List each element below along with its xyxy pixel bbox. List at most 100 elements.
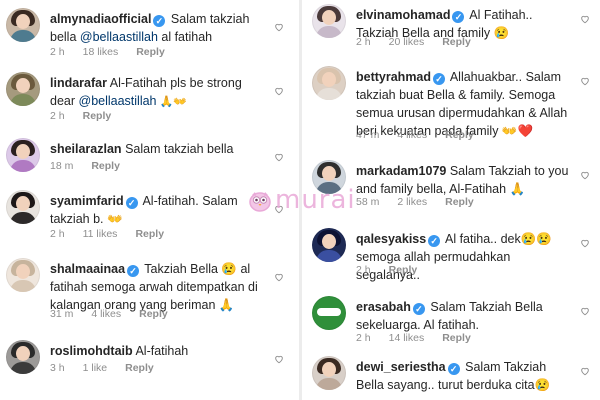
avatar[interactable]	[312, 66, 346, 100]
likes-count[interactable]: 14 likes	[389, 332, 425, 344]
username[interactable]: bettyrahmad	[356, 70, 431, 84]
comments-column-right: elvinamohamad ✓ Al Fatihah.. Takziah Bell…	[308, 0, 594, 400]
username[interactable]: dewi_seriestha	[356, 360, 446, 374]
username[interactable]: markadam1079	[356, 164, 446, 178]
verified-badge-icon: ✓	[452, 11, 465, 23]
verified-badge-icon: ✓	[433, 73, 446, 85]
username[interactable]: elvinamohamad	[356, 8, 450, 22]
reply-button[interactable]: Reply	[445, 196, 474, 208]
likes-count[interactable]: 18 likes	[83, 46, 119, 58]
column-divider	[299, 0, 302, 400]
comment-meta: 58 m 2 likes Reply	[356, 196, 492, 208]
reply-button[interactable]: Reply	[125, 362, 154, 374]
comment-text: almynadiaofficial ✓ Salam takziah bella @…	[50, 10, 264, 46]
username[interactable]: syamimfarid	[50, 194, 124, 208]
like-heart-icon[interactable]	[274, 204, 284, 214]
timestamp: 31 m	[50, 308, 74, 320]
avatar[interactable]	[6, 8, 40, 42]
like-heart-icon[interactable]	[580, 238, 590, 248]
comment-meta: 18 m Reply	[50, 160, 138, 172]
username[interactable]: almynadiaofficial	[50, 12, 151, 26]
reply-button[interactable]: Reply	[389, 264, 418, 276]
comment-text: syamimfarid ✓ Al-fatihah. Salam takziah b…	[50, 192, 264, 228]
like-heart-icon[interactable]	[580, 366, 590, 376]
timestamp: 3 h	[50, 362, 65, 374]
like-heart-icon[interactable]	[274, 272, 284, 282]
avatar[interactable]	[6, 340, 40, 374]
reply-button[interactable]: Reply	[135, 228, 164, 240]
verified-badge-icon: ✓	[447, 363, 460, 375]
likes-count[interactable]: 4 likes	[91, 308, 121, 320]
timestamp: 2 h	[50, 46, 65, 58]
avatar[interactable]	[312, 356, 346, 390]
comment-meta: 3 h 1 like Reply	[50, 362, 172, 374]
comment-text: markadam1079 Salam Takziah to you and fa…	[356, 162, 570, 198]
reply-button[interactable]: Reply	[445, 129, 474, 141]
like-heart-icon[interactable]	[274, 86, 284, 96]
like-heart-icon[interactable]	[274, 22, 284, 32]
likes-count[interactable]: 20 likes	[389, 36, 425, 48]
like-heart-icon[interactable]	[580, 170, 590, 180]
avatar[interactable]	[312, 228, 346, 262]
comment-meta: 31 m 4 likes Reply	[50, 308, 186, 320]
avatar[interactable]	[6, 258, 40, 292]
timestamp: 2 h	[356, 264, 371, 276]
verified-badge-icon: ✓	[127, 265, 140, 277]
reply-button[interactable]: Reply	[442, 36, 471, 48]
timestamp: 18 m	[50, 160, 74, 172]
like-heart-icon[interactable]	[274, 152, 284, 162]
timestamp: 47 m	[356, 129, 380, 141]
avatar[interactable]	[312, 296, 346, 330]
likes-count[interactable]: 1 like	[83, 362, 108, 374]
avatar[interactable]	[312, 160, 346, 194]
verified-badge-icon: ✓	[428, 235, 441, 247]
username[interactable]: erasabah	[356, 300, 411, 314]
comment-text: shalmaainaa ✓ Takziah Bella 😢 al fatihah …	[50, 260, 264, 314]
comment-meta: 2 h 18 likes Reply	[50, 46, 183, 58]
reply-button[interactable]: Reply	[442, 332, 471, 344]
comment-meta: 2 h 20 likes Reply	[356, 36, 489, 48]
username[interactable]: lindarafar	[50, 76, 107, 90]
timestamp: 2 h	[356, 332, 371, 344]
mention-link[interactable]: @bellaastillah	[79, 94, 157, 108]
comment-meta: 47 m 4 likes Reply	[356, 129, 492, 141]
avatar[interactable]	[6, 138, 40, 172]
comment-text: sheilarazlan Salam takziah bella	[50, 140, 264, 158]
username[interactable]: qalesyakiss	[356, 232, 426, 246]
like-heart-icon[interactable]	[274, 354, 284, 364]
avatar[interactable]	[6, 190, 40, 224]
reply-button[interactable]: Reply	[91, 160, 120, 172]
reply-button[interactable]: Reply	[136, 46, 165, 58]
comment-meta: 2 h 14 likes Reply	[356, 332, 489, 344]
avatar[interactable]	[312, 4, 346, 38]
likes-count[interactable]: 11 likes	[83, 228, 118, 240]
timestamp: 58 m	[356, 196, 380, 208]
reply-button[interactable]: Reply	[139, 308, 168, 320]
avatar[interactable]	[6, 72, 40, 106]
comment-text: erasabah ✓ Salam Takziah Bella sekeluarga…	[356, 298, 570, 334]
comment-meta: 2 h 11 likes Reply	[50, 228, 182, 240]
like-heart-icon[interactable]	[580, 306, 590, 316]
comment-body: Al-fatihah	[135, 344, 189, 358]
like-heart-icon[interactable]	[580, 76, 590, 86]
username[interactable]: shalmaainaa	[50, 262, 125, 276]
comment-body: al fatihah	[157, 30, 213, 44]
comment-text: dewi_seriestha ✓ Salam Takziah Bella saya…	[356, 358, 570, 394]
username[interactable]: sheilarazlan	[50, 142, 122, 156]
comment-emoji: 🙏👐	[156, 96, 187, 108]
likes-count[interactable]: 4 likes	[397, 129, 427, 141]
verified-badge-icon: ✓	[412, 303, 425, 315]
timestamp: 2 h	[50, 228, 65, 240]
verified-badge-icon: ✓	[125, 197, 138, 209]
timestamp: 2 h	[50, 110, 65, 122]
verified-badge-icon: ✓	[153, 15, 166, 27]
comments-column-left: almynadiaofficial ✓ Salam takziah bella @…	[2, 0, 288, 400]
comment-text: lindarafar Al-Fatihah pls be strong dear…	[50, 74, 264, 111]
mention-link[interactable]: @bellaastillah	[80, 30, 158, 44]
likes-count[interactable]: 2 likes	[397, 196, 427, 208]
like-heart-icon[interactable]	[580, 14, 590, 24]
comment-text: roslimohdtaib Al-fatihah	[50, 342, 264, 360]
username[interactable]: roslimohdtaib	[50, 344, 133, 358]
reply-button[interactable]: Reply	[83, 110, 112, 122]
timestamp: 2 h	[356, 36, 371, 48]
